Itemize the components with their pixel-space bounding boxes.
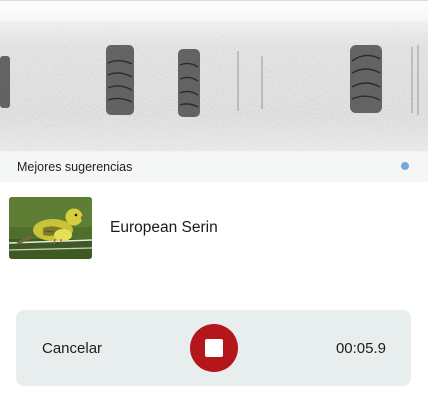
live-indicator-dot	[401, 162, 409, 170]
spectrogram	[0, 0, 428, 152]
app-screen: Mejores sugerencias European Serin Cance…	[0, 0, 438, 404]
recording-timer: 00:05.9	[335, 340, 386, 357]
suggestion-item[interactable]: European Serin	[0, 190, 428, 266]
spectrogram-graphic	[0, 1, 428, 152]
cancel-button[interactable]: Cancelar	[42, 340, 102, 357]
recording-bar: Cancelar 00:05.9	[16, 310, 411, 386]
suggestions-header: Mejores sugerencias	[0, 152, 428, 182]
species-name: European Serin	[110, 219, 218, 236]
stop-recording-button[interactable]	[190, 324, 238, 372]
stop-icon	[205, 339, 223, 357]
suggestions-title: Mejores sugerencias	[17, 160, 133, 174]
bird-thumbnail	[9, 197, 92, 259]
bird-image	[9, 197, 92, 259]
